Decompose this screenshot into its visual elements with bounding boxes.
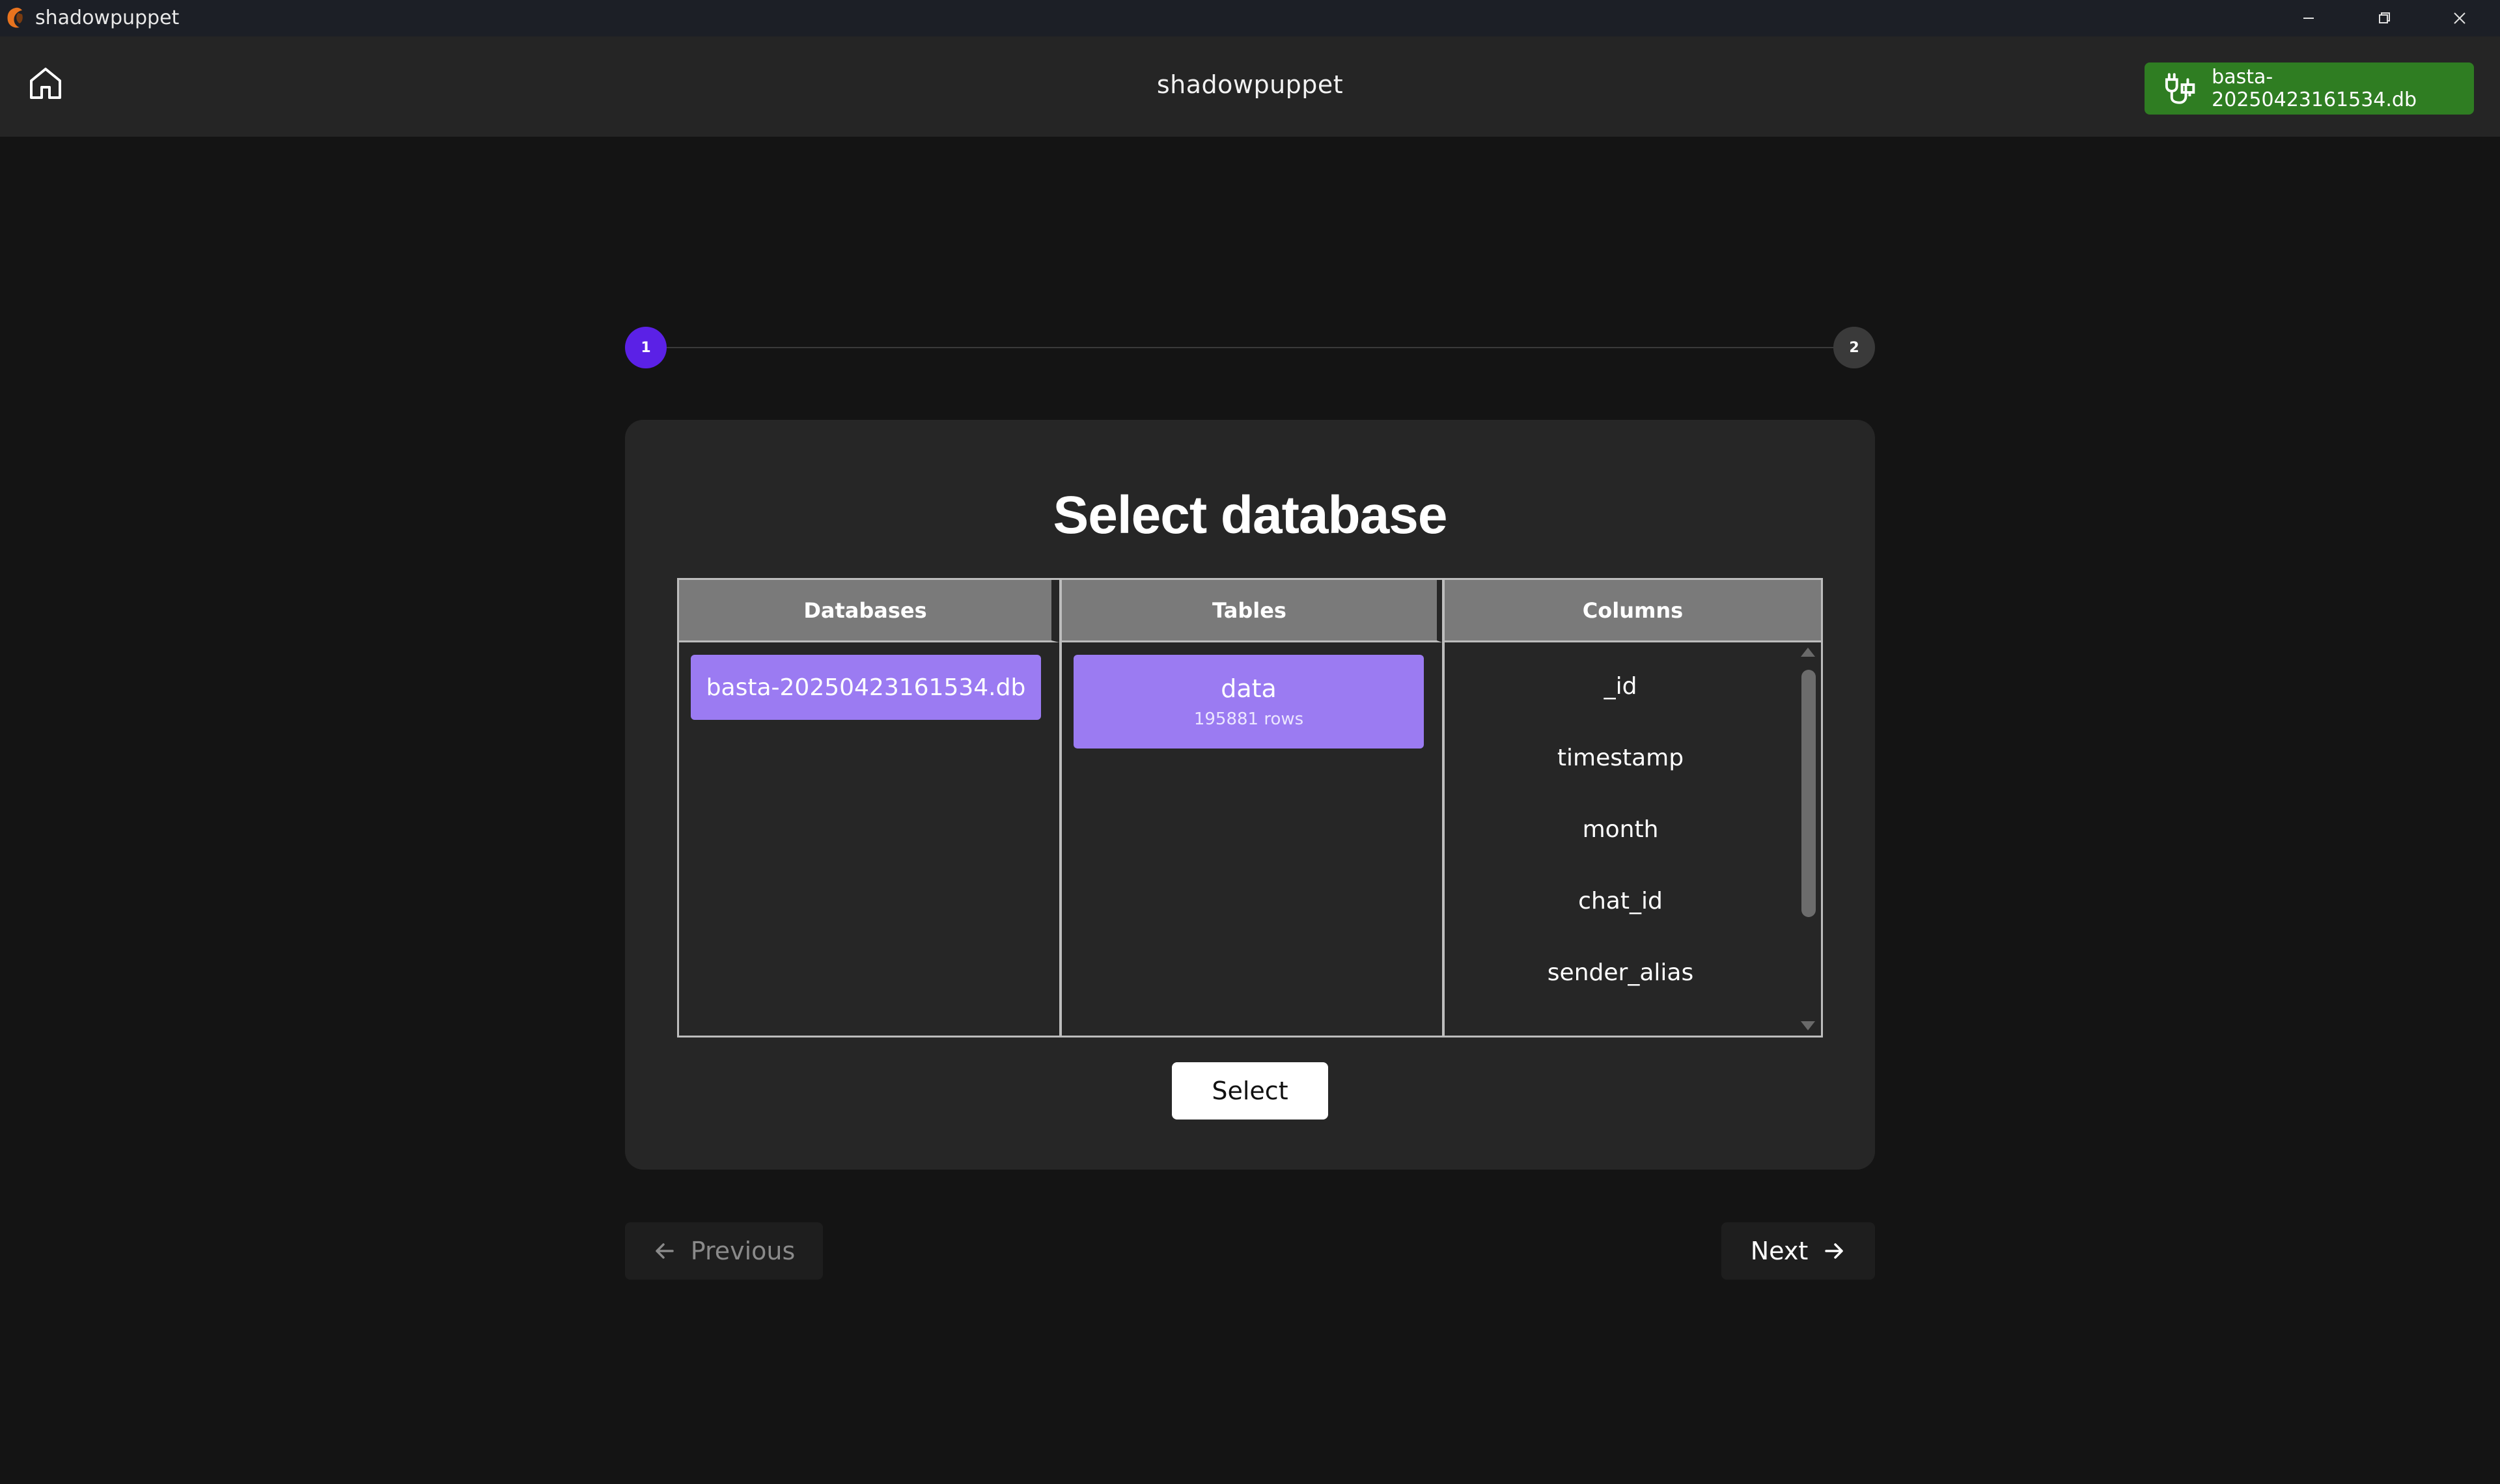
columns-column: Columns _id timestamp month chat_id send… [1443,578,1823,1037]
stepper-line [664,347,1836,348]
app-header: shadowpuppet basta-20250423161534.db [0,36,2500,137]
scrollbar-thumb[interactable] [1801,670,1816,917]
close-button[interactable] [2422,0,2497,36]
column-item[interactable]: sender_alias [1445,937,1796,1008]
table-item-row-count: 195881 rows [1193,709,1304,729]
title-bar: shadowpuppet [0,0,2500,36]
databases-header: Databases [679,580,1059,642]
next-button[interactable]: Next [1721,1222,1875,1280]
scroll-up-arrow-icon[interactable] [1801,648,1815,657]
step-2-indicator[interactable]: 2 [1833,327,1875,368]
connection-badge-label: basta-20250423161534.db [2212,66,2417,111]
scroll-down-arrow-icon[interactable] [1801,1021,1815,1030]
connection-badge[interactable]: basta-20250423161534.db [2145,62,2474,115]
app-logo-icon [7,7,23,28]
previous-button-label: Previous [690,1237,796,1265]
tables-header: Tables [1062,580,1442,642]
next-button-label: Next [1750,1237,1809,1265]
plug-connected-icon [2165,73,2195,104]
select-button[interactable]: Select [1172,1062,1328,1120]
step-1-indicator[interactable]: 1 [625,327,667,368]
minimize-button[interactable] [2271,0,2346,36]
table-item-name: data [1221,674,1277,703]
header-title: shadowpuppet [1156,70,1344,99]
column-item[interactable]: month [1445,793,1796,865]
column-item[interactable]: chat_id [1445,865,1796,937]
columns-list: _id timestamp month chat_id sender_alias [1445,642,1796,1008]
select-database-card: Select database Databases basta-20250423… [625,420,1875,1170]
columns-scrollbar[interactable] [1795,642,1821,1036]
arrow-left-icon [655,1243,674,1259]
table-item[interactable]: data 195881 rows [1074,655,1424,749]
restore-button[interactable] [2346,0,2422,36]
tables-column: Tables data 195881 rows [1060,578,1444,1037]
close-icon [2454,12,2465,24]
databases-column: Databases basta-20250423161534.db [677,578,1061,1037]
app-name: shadowpuppet [35,7,180,29]
columns-header: Columns [1445,580,1821,642]
column-item[interactable]: _id [1445,650,1796,722]
column-item[interactable]: timestamp [1445,722,1796,793]
previous-button[interactable]: Previous [625,1222,823,1280]
restore-icon [2379,12,2390,23]
minimize-icon [2303,18,2314,19]
card-title: Select database [1053,486,1448,545]
arrow-right-icon [1825,1243,1844,1259]
database-item[interactable]: basta-20250423161534.db [691,655,1041,720]
